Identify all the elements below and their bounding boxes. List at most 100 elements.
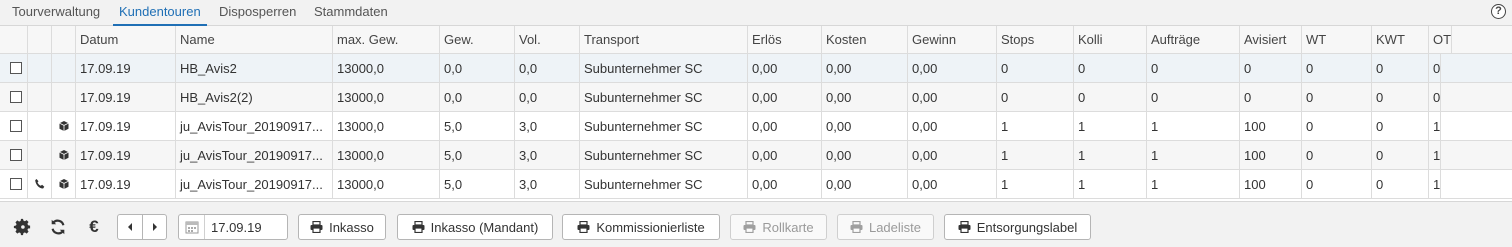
previous-date-button[interactable] (118, 215, 142, 239)
column-header-transport[interactable]: Transport (580, 26, 748, 53)
gear-icon[interactable] (11, 216, 33, 238)
cell-gewinn: 0,00 (908, 54, 997, 82)
next-date-button[interactable] (142, 215, 166, 239)
cell-erl-s: 0,00 (748, 170, 822, 198)
date-navigation (117, 214, 167, 240)
cell-auftr-ge: 1 (1147, 112, 1240, 140)
print-icon (310, 221, 323, 233)
header-icon-column (28, 26, 52, 53)
package-cell (52, 170, 76, 198)
phone-cell (28, 54, 52, 82)
column-header-gewinn[interactable]: Gewinn (908, 26, 997, 53)
tab-disposperren[interactable]: Disposperren (213, 4, 302, 26)
row-checkbox[interactable] (10, 178, 22, 190)
tab-kundentouren[interactable]: Kundentouren (113, 4, 207, 26)
help-icon[interactable]: ? (1491, 4, 1506, 19)
cell-wt: 0 (1302, 170, 1372, 198)
phone-cell (28, 141, 52, 169)
refresh-icon[interactable] (47, 216, 69, 238)
package-cell (52, 141, 76, 169)
column-header-stops[interactable]: Stops (997, 26, 1074, 53)
ladeliste-button[interactable]: Ladeliste (837, 214, 934, 240)
row-select-cell (0, 83, 28, 111)
cell-kolli: 1 (1074, 141, 1147, 169)
cell-gewinn: 0,00 (908, 112, 997, 140)
cell-gew: 5,0 (440, 170, 515, 198)
cell-max-gew: 13000,0 (333, 141, 440, 169)
cell-vol: 3,0 (515, 170, 580, 198)
tab-stammdaten[interactable]: Stammdaten (308, 4, 394, 26)
entsorgungslabel-button[interactable]: Entsorgungslabel (944, 214, 1091, 240)
row-checkbox[interactable] (10, 91, 22, 103)
tab-tourverwaltung[interactable]: Tourverwaltung (6, 4, 106, 26)
cell-transport: Subunternehmer SC (580, 170, 748, 198)
column-header-vol[interactable]: Vol. (515, 26, 580, 53)
column-header-name[interactable]: Name (176, 26, 333, 53)
cell-avisiert: 100 (1240, 141, 1302, 169)
cell-stops: 0 (997, 83, 1074, 111)
cell-stops: 1 (997, 141, 1074, 169)
cell-max-gew: 13000,0 (333, 83, 440, 111)
cell-ot: 1 (1429, 170, 1442, 198)
row-checkbox[interactable] (10, 62, 22, 74)
button-label: Entsorgungslabel (976, 219, 1078, 235)
cell-transport: Subunternehmer SC (580, 54, 748, 82)
table-row[interactable]: 17.09.19 ju_AvisTour_20190917... 13000,0 5,… (0, 112, 1512, 141)
column-header-avisiert[interactable]: Avisiert (1240, 26, 1302, 53)
column-header-wt[interactable]: WT (1302, 26, 1372, 53)
print-icon (958, 221, 971, 233)
column-header-ot[interactable]: OT (1429, 26, 1453, 53)
row-checkbox[interactable] (10, 120, 22, 132)
table-row[interactable]: 17.09.19 ju_AvisTour_20190917... 13000,0 5,… (0, 170, 1512, 199)
table-row[interactable]: 17.09.19 ju_AvisTour_20190917... 13000,0 5,… (0, 141, 1512, 170)
cell-kwt: 0 (1372, 141, 1429, 169)
column-header-gew[interactable]: Gew. (440, 26, 515, 53)
column-header-datum[interactable]: Datum (76, 26, 176, 53)
inkasso-mandant-button[interactable]: Inkasso (Mandant) (397, 214, 553, 240)
column-header-max-gew[interactable]: max. Gew. (333, 26, 440, 53)
column-header-kwt[interactable]: KWT (1372, 26, 1429, 53)
cell-datum: 17.09.19 (76, 112, 176, 140)
table-row[interactable]: 17.09.19 HB_Avis2 13000,0 0,0 0,0 Subunterneh… (0, 54, 1512, 83)
cell-auftr-ge: 0 (1147, 83, 1240, 111)
kommissionierliste-button[interactable]: Kommissionierliste (562, 214, 720, 240)
rollkarte-button[interactable]: Rollkarte (730, 214, 827, 240)
cell-kosten: 0,00 (822, 54, 908, 82)
row-checkbox[interactable] (10, 149, 22, 161)
cell-gew: 5,0 (440, 112, 515, 140)
table-row[interactable]: 17.09.19 HB_Avis2(2) 13000,0 0,0 0,0 Subunter… (0, 83, 1512, 112)
column-header-kosten[interactable]: Kosten (822, 26, 908, 53)
column-header-kolli[interactable]: Kolli (1074, 26, 1147, 53)
column-header-erl-s[interactable]: Erlös (748, 26, 822, 53)
cell-erl-s: 0,00 (748, 112, 822, 140)
table-header: Datum Name max. Gew. Gew. Vol. Transport Erlös… (0, 26, 1512, 54)
cell-wt: 0 (1302, 54, 1372, 82)
row-select-cell (0, 170, 28, 198)
date-input[interactable] (205, 215, 285, 239)
cell-kwt: 0 (1372, 83, 1429, 111)
cell-datum: 17.09.19 (76, 141, 176, 169)
package-icon (52, 149, 75, 161)
package-cell (52, 83, 76, 111)
row-select-cell (0, 112, 28, 140)
cell-name: HB_Avis2(2) (176, 83, 333, 111)
cell-datum: 17.09.19 (76, 83, 176, 111)
cell-transport: Subunternehmer SC (580, 112, 748, 140)
cell-ot: 1 (1429, 141, 1442, 169)
inkasso-button[interactable]: Inkasso (298, 214, 386, 240)
column-header-auftr-ge[interactable]: Aufträge (1147, 26, 1240, 53)
row-select-cell (0, 141, 28, 169)
package-cell (52, 112, 76, 140)
cell-name: ju_AvisTour_20190917... (176, 141, 333, 169)
phone-cell (28, 112, 52, 140)
cell-max-gew: 13000,0 (333, 112, 440, 140)
cell-kosten: 0,00 (822, 83, 908, 111)
calendar-icon[interactable] (179, 215, 205, 239)
cell-kosten: 0,00 (822, 170, 908, 198)
print-icon (577, 221, 590, 233)
cell-max-gew: 13000,0 (333, 54, 440, 82)
print-icon (743, 221, 756, 233)
euro-icon[interactable]: € (83, 216, 105, 238)
cell-name: ju_AvisTour_20190917... (176, 112, 333, 140)
cell-kwt: 0 (1372, 112, 1429, 140)
